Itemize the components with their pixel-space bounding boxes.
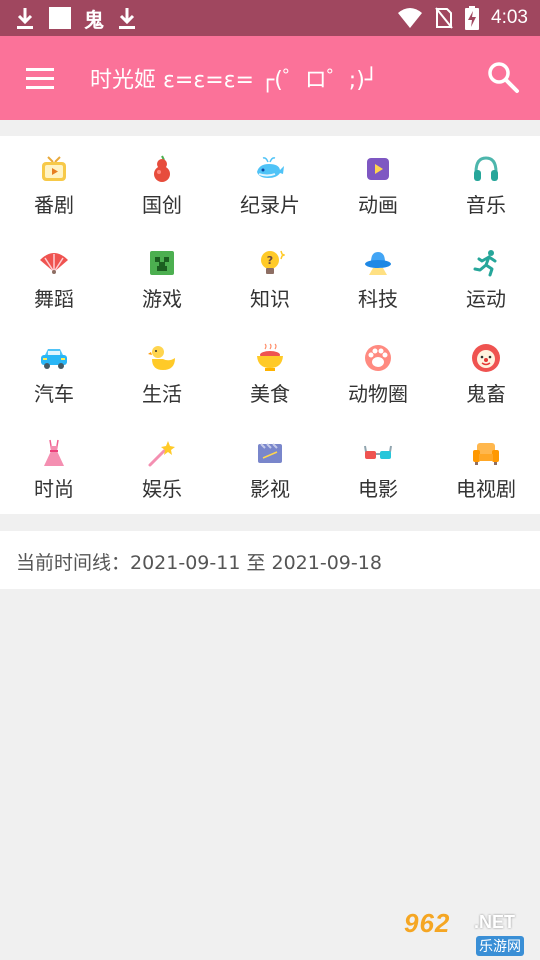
status-bar-system: 4:03 bbox=[397, 5, 528, 31]
category-label: 动物圈 bbox=[348, 382, 408, 406]
category-music[interactable]: 音乐 bbox=[432, 136, 540, 230]
wifi-icon bbox=[398, 8, 423, 28]
category-guochuang[interactable]: 国创 bbox=[108, 136, 216, 230]
food-bowl-icon bbox=[257, 343, 283, 371]
sofa-icon bbox=[473, 443, 499, 465]
category-fashion[interactable]: 时尚 bbox=[0, 420, 108, 514]
tv-icon bbox=[42, 156, 66, 181]
category-label: 影视 bbox=[250, 477, 290, 501]
category-label: 汽车 bbox=[34, 382, 74, 406]
no-sim-icon bbox=[435, 7, 453, 29]
category-label: 音乐 bbox=[466, 193, 506, 217]
category-dance[interactable]: 舞蹈 bbox=[0, 230, 108, 324]
category-bangumi[interactable]: 番剧 bbox=[0, 136, 108, 230]
status-time: 4:03 bbox=[491, 7, 528, 28]
download-icon bbox=[17, 8, 33, 29]
category-label: 游戏 bbox=[142, 287, 182, 311]
category-label: 国创 bbox=[142, 193, 182, 217]
search-icon[interactable] bbox=[486, 60, 520, 94]
category-sports[interactable]: 运动 bbox=[432, 230, 540, 324]
watermark-suffix: .NET bbox=[474, 912, 516, 932]
category-tv-series[interactable]: 电视剧 bbox=[432, 420, 540, 514]
menu-icon[interactable] bbox=[24, 63, 58, 93]
category-label: 运动 bbox=[466, 287, 506, 311]
fan-icon bbox=[40, 253, 68, 274]
paw-icon bbox=[365, 345, 391, 371]
category-film-tv[interactable]: 影视 bbox=[216, 420, 324, 514]
watermark-number: 962 bbox=[404, 908, 451, 938]
magic-wand-icon bbox=[148, 441, 175, 467]
category-label: 电影 bbox=[358, 477, 398, 501]
category-label: 番剧 bbox=[34, 193, 74, 217]
category-label: 电视剧 bbox=[456, 477, 516, 501]
category-life[interactable]: 生活 bbox=[108, 325, 216, 419]
category-label: 美食 bbox=[250, 382, 290, 406]
category-kichiku[interactable]: 鬼畜 bbox=[432, 325, 540, 419]
category-documentary[interactable]: 纪录片 bbox=[216, 136, 324, 230]
ufo-icon bbox=[365, 252, 391, 275]
category-label: 鬼畜 bbox=[466, 382, 506, 406]
square-notification-icon bbox=[49, 7, 71, 29]
category-label: 生活 bbox=[142, 382, 182, 406]
dress-icon bbox=[44, 439, 64, 466]
svg-text:?: ? bbox=[267, 254, 273, 267]
category-tech[interactable]: 科技 bbox=[324, 230, 432, 324]
watermark-site: 乐游网 bbox=[476, 936, 524, 956]
clapperboard-icon bbox=[258, 443, 282, 463]
category-label: 知识 bbox=[250, 287, 290, 311]
whale-icon bbox=[257, 157, 284, 178]
category-movie[interactable]: 电影 bbox=[324, 420, 432, 514]
3d-glasses-icon bbox=[364, 445, 392, 459]
status-bar: 鬼 4:03 bbox=[0, 0, 540, 36]
creeper-icon bbox=[150, 251, 174, 275]
clown-icon bbox=[472, 344, 500, 372]
category-entertainment[interactable]: 娱乐 bbox=[108, 420, 216, 514]
duck-icon bbox=[148, 346, 175, 370]
battery-charging-icon bbox=[465, 6, 480, 30]
category-game[interactable]: 游戏 bbox=[108, 230, 216, 324]
category-food[interactable]: 美食 bbox=[216, 325, 324, 419]
bug-app-icon: 鬼 bbox=[84, 7, 104, 32]
category-label: 科技 bbox=[358, 287, 398, 311]
runner-icon bbox=[473, 250, 497, 277]
timeline-bar: 当前时间线：2021-09-11 至 2021-09-18 bbox=[0, 531, 540, 589]
play-box-icon bbox=[367, 158, 389, 180]
category-label: 娱乐 bbox=[142, 477, 182, 501]
category-animals[interactable]: 动物圈 bbox=[324, 325, 432, 419]
category-car[interactable]: 汽车 bbox=[0, 325, 108, 419]
download-icon bbox=[119, 8, 135, 29]
category-animation[interactable]: 动画 bbox=[324, 136, 432, 230]
lightbulb-icon: ? bbox=[261, 250, 285, 274]
gourd-icon bbox=[154, 155, 170, 182]
category-knowledge[interactable]: ? 知识 bbox=[216, 230, 324, 324]
headphones-icon bbox=[474, 156, 498, 181]
car-icon bbox=[41, 349, 67, 369]
category-label: 时尚 bbox=[34, 477, 74, 501]
category-label: 舞蹈 bbox=[34, 287, 74, 311]
page-title: 时光姬 ε=ε=ε= ┌(゜ロ゜;)┘ bbox=[90, 68, 379, 93]
app-toolbar: 时光姬 ε=ε=ε= ┌(゜ロ゜;)┘ bbox=[0, 36, 540, 120]
status-bar-notifications: 鬼 bbox=[14, 5, 138, 32]
timeline-range: 当前时间线：2021-09-11 至 2021-09-18 bbox=[16, 552, 382, 574]
category-label: 纪录片 bbox=[240, 193, 300, 217]
site-watermark: 962 .NET 乐游网 bbox=[402, 908, 534, 956]
category-grid: 番剧 国创 纪录片 动画 音乐 舞蹈 游戏 ? 知识 科技 运动 汽车 生活 美… bbox=[0, 136, 540, 514]
category-label: 动画 bbox=[358, 193, 398, 217]
